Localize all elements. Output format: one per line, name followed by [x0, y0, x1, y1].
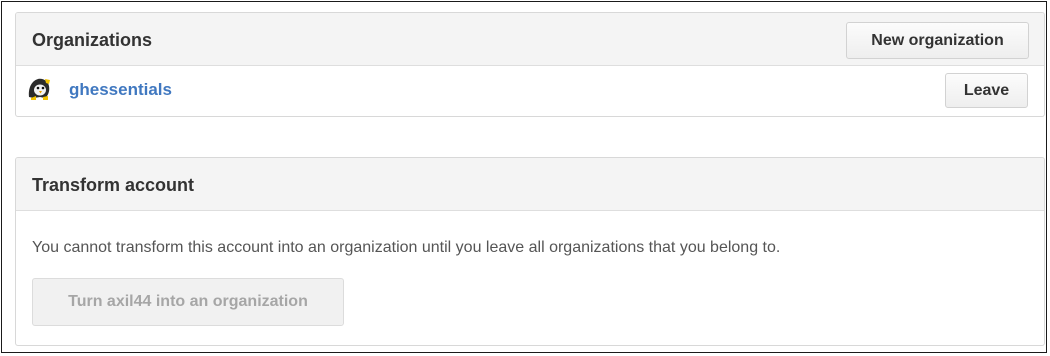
transform-account-box: Transform account You cannot transform t…	[15, 157, 1045, 346]
organizations-title: Organizations	[32, 30, 153, 50]
organizations-header: Organizations New organization	[16, 13, 1044, 66]
organization-row: ghessentials Leave	[16, 66, 1044, 116]
octocat-penguin-avatar-icon[interactable]	[27, 76, 52, 101]
leave-organization-button[interactable]: Leave	[945, 73, 1028, 108]
new-organization-button[interactable]: New organization	[846, 22, 1029, 59]
transform-account-message: You cannot transform this account into a…	[32, 239, 781, 256]
organization-link[interactable]: ghessentials	[69, 80, 172, 100]
avatar-graphic	[27, 76, 52, 101]
settings-panel: Organizations New organization ghessenti…	[1, 1, 1047, 353]
organizations-box: Organizations New organization ghessenti…	[15, 12, 1045, 117]
transform-account-title: Transform account	[32, 175, 195, 195]
transform-account-header: Transform account	[16, 158, 1044, 211]
transform-to-organization-button[interactable]: Turn axil44 into an organization	[32, 278, 344, 326]
